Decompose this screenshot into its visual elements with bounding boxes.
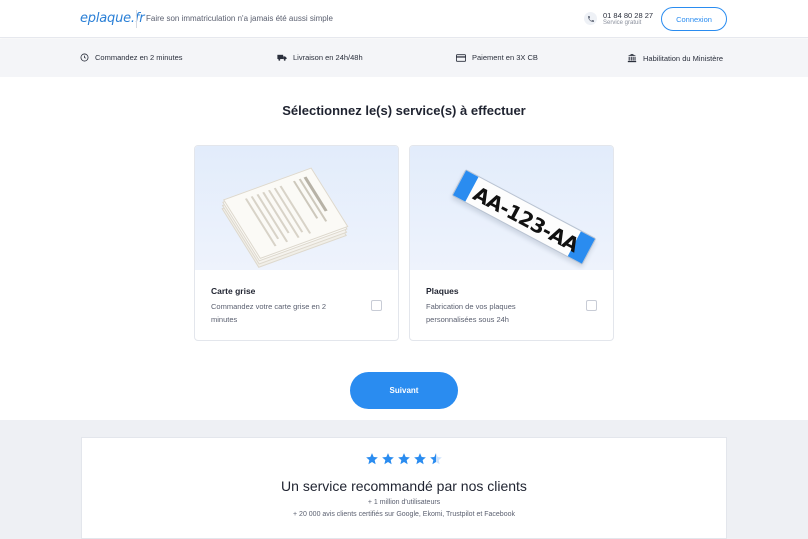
reviews-sources: + 20 000 avis clients certifiés sur Goog… (293, 511, 515, 518)
carte-grise-checkbox[interactable] (371, 300, 382, 311)
star-icon (366, 453, 378, 465)
phone-note: Service gratuit (603, 20, 642, 26)
service-card-plaques[interactable]: AA-123-AA Plaques Fabrication de vos pla… (409, 145, 614, 341)
header-divider (136, 10, 137, 28)
feature-label: Paiement en 3X CB (472, 53, 538, 62)
plaques-checkbox[interactable] (586, 300, 597, 311)
rating-stars (82, 452, 726, 466)
feature-payment: Paiement en 3X CB (456, 53, 538, 62)
top-header: eplaque.fr Faire son immatriculation n'a… (0, 0, 808, 38)
page-title: Sélectionnez le(s) service(s) à effectue… (282, 103, 526, 118)
credit-card-icon (456, 53, 466, 62)
feature-label: Habilitation du Ministère (643, 53, 724, 63)
phone-number[interactable]: 01 84 80 28 27 (603, 11, 653, 20)
feature-label: Commandez en 2 minutes (95, 53, 183, 62)
card-description: Commandez votre carte grise en 2 minutes (211, 302, 327, 324)
license-plate-image: AA-123-AA (451, 169, 597, 265)
reviews-users: + 1 million d'utilisateurs (367, 499, 441, 506)
star-icon (430, 453, 442, 465)
plaques-illustration: AA-123-AA (410, 146, 613, 270)
feature-order: Commandez en 2 minutes (80, 53, 183, 62)
plate-text: AA-123-AA (469, 181, 583, 258)
service-card-carte-grise[interactable]: Carte grise Commandez votre carte grise … (194, 145, 399, 341)
carte-grise-illustration (195, 146, 398, 270)
document-stack-image (215, 167, 352, 268)
star-icon (398, 453, 410, 465)
login-button[interactable]: Connexion (661, 7, 727, 31)
tagline: Faire son immatriculation n'a jamais été… (146, 14, 333, 23)
reviews-title: Un service recommandé par nos clients (281, 478, 527, 494)
star-icon (382, 453, 394, 465)
feature-bar: Commandez en 2 minutes Livraison en 24h/… (0, 39, 808, 77)
clock-icon (80, 53, 89, 62)
logo[interactable]: eplaque.fr (80, 11, 145, 26)
feature-ministry: Habilitation du Ministère (627, 53, 723, 63)
truck-icon (277, 54, 287, 61)
feature-label: Livraison en 24h/48h (293, 53, 363, 62)
card-title: Carte grise (211, 286, 256, 296)
reviews-card: Un service recommandé par nos clients + … (81, 437, 727, 539)
card-title: Plaques (426, 286, 459, 296)
star-icon (414, 453, 426, 465)
card-description: Fabrication de vos plaques personnalisée… (426, 302, 516, 324)
feature-delivery: Livraison en 24h/48h (277, 53, 363, 62)
phone-icon (584, 12, 597, 25)
next-button[interactable]: Suivant (350, 372, 458, 409)
bank-icon (627, 53, 637, 63)
